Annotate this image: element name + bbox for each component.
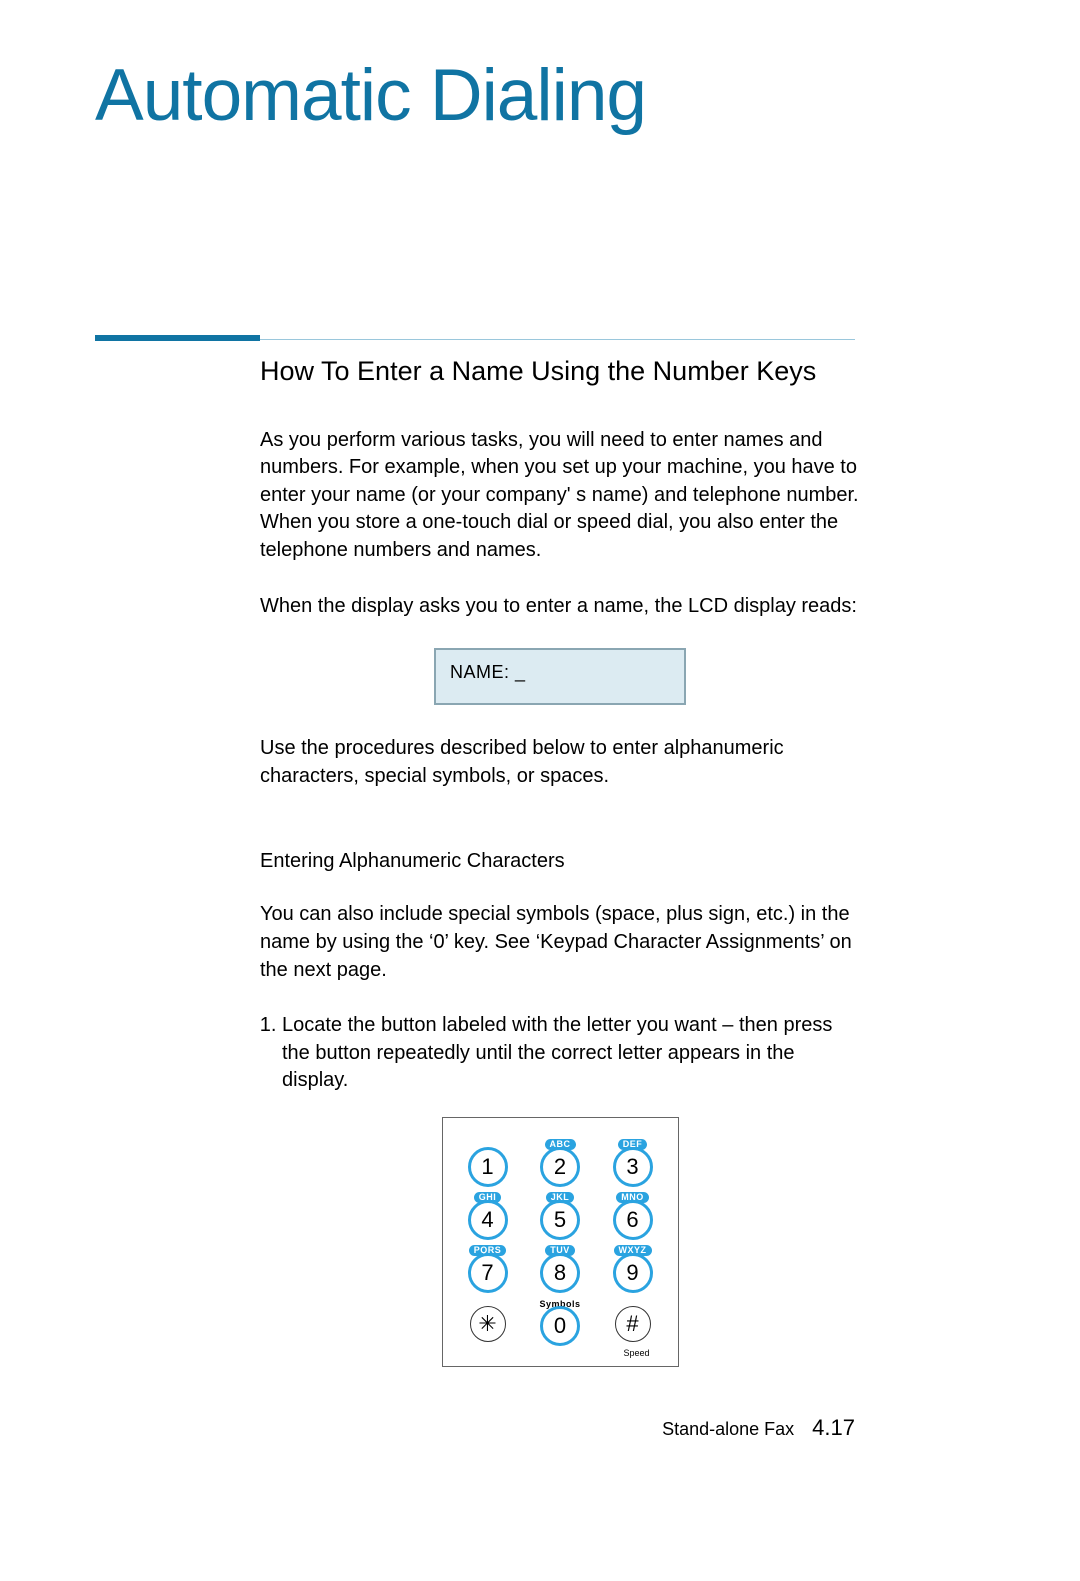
step-list: Locate the button labeled with the lette… [260, 1012, 860, 1095]
page-title: Automatic Dialing [95, 58, 1080, 135]
keypad-cell: DEF3 [603, 1138, 663, 1187]
keypad-cell: 1 [458, 1138, 518, 1187]
keypad-button: 9 [613, 1253, 653, 1293]
keypad-cell: WXYZ9 [603, 1244, 663, 1293]
keypad-cell: # [603, 1297, 663, 1346]
keypad-button: 7 [468, 1253, 508, 1293]
page-footer: Stand-alone Fax 4.17 [662, 1415, 855, 1441]
intro-paragraph-2: When the display asks you to enter a nam… [260, 593, 860, 621]
keypad-button: 1 [468, 1147, 508, 1187]
footer-page-number: 4.17 [812, 1415, 855, 1441]
section-heading: How To Enter a Name Using the Number Key… [260, 356, 860, 387]
step-1: Locate the button labeled with the lette… [282, 1012, 860, 1095]
keypad-button: 6 [613, 1200, 653, 1240]
lcd-text: NAME: _ [450, 662, 526, 682]
intro-paragraph-3: Use the procedures described below to en… [260, 735, 860, 790]
keypad-cell: Symbols0 [530, 1297, 590, 1346]
keypad-button: ✳ [470, 1306, 506, 1342]
keypad-button: 0 [540, 1306, 580, 1346]
keypad-cell: PQRS7 [458, 1244, 518, 1293]
content-column: How To Enter a Name Using the Number Key… [260, 356, 860, 1367]
keypad-cell: MNO6 [603, 1191, 663, 1240]
keypad-cell: ABC2 [530, 1138, 590, 1187]
keypad-cell: TUV8 [530, 1244, 590, 1293]
keypad-row: ✳ Symbols0 # [453, 1297, 668, 1350]
intro-paragraph-1: As you perform various tasks, you will n… [260, 427, 860, 565]
keypad-button: 4 [468, 1200, 508, 1240]
keypad-button: 5 [540, 1200, 580, 1240]
section-rule [95, 335, 1080, 336]
keypad-row: PQRS7TUV8 WXYZ9 [453, 1244, 668, 1297]
keypad-cell: JKL5 [530, 1191, 590, 1240]
lcd-display: NAME: _ [434, 648, 686, 705]
keypad-row: 1 ABC2 DEF3 [453, 1138, 668, 1191]
keypad-button: 8 [540, 1253, 580, 1293]
keypad-cell: GHI4 [458, 1191, 518, 1240]
sub-paragraph: You can also include special symbols (sp… [260, 901, 860, 984]
rule-accent [95, 335, 260, 341]
footer-section: Stand-alone Fax [662, 1419, 794, 1440]
subsection-heading: Entering Alphanumeric Characters [260, 850, 860, 873]
keypad-cell: ✳ [458, 1297, 518, 1346]
keypad-button: 3 [613, 1147, 653, 1187]
keypad-row: GHI4JKL5 MNO6 [453, 1191, 668, 1244]
keypad-button: # [615, 1306, 651, 1342]
keypad-illustration: 1 ABC2 DEF3 GHI4JKL5 MNO6 PQRS7TUV8 WXYZ9 ✳ Symb… [442, 1117, 679, 1367]
keypad-button: 2 [540, 1147, 580, 1187]
